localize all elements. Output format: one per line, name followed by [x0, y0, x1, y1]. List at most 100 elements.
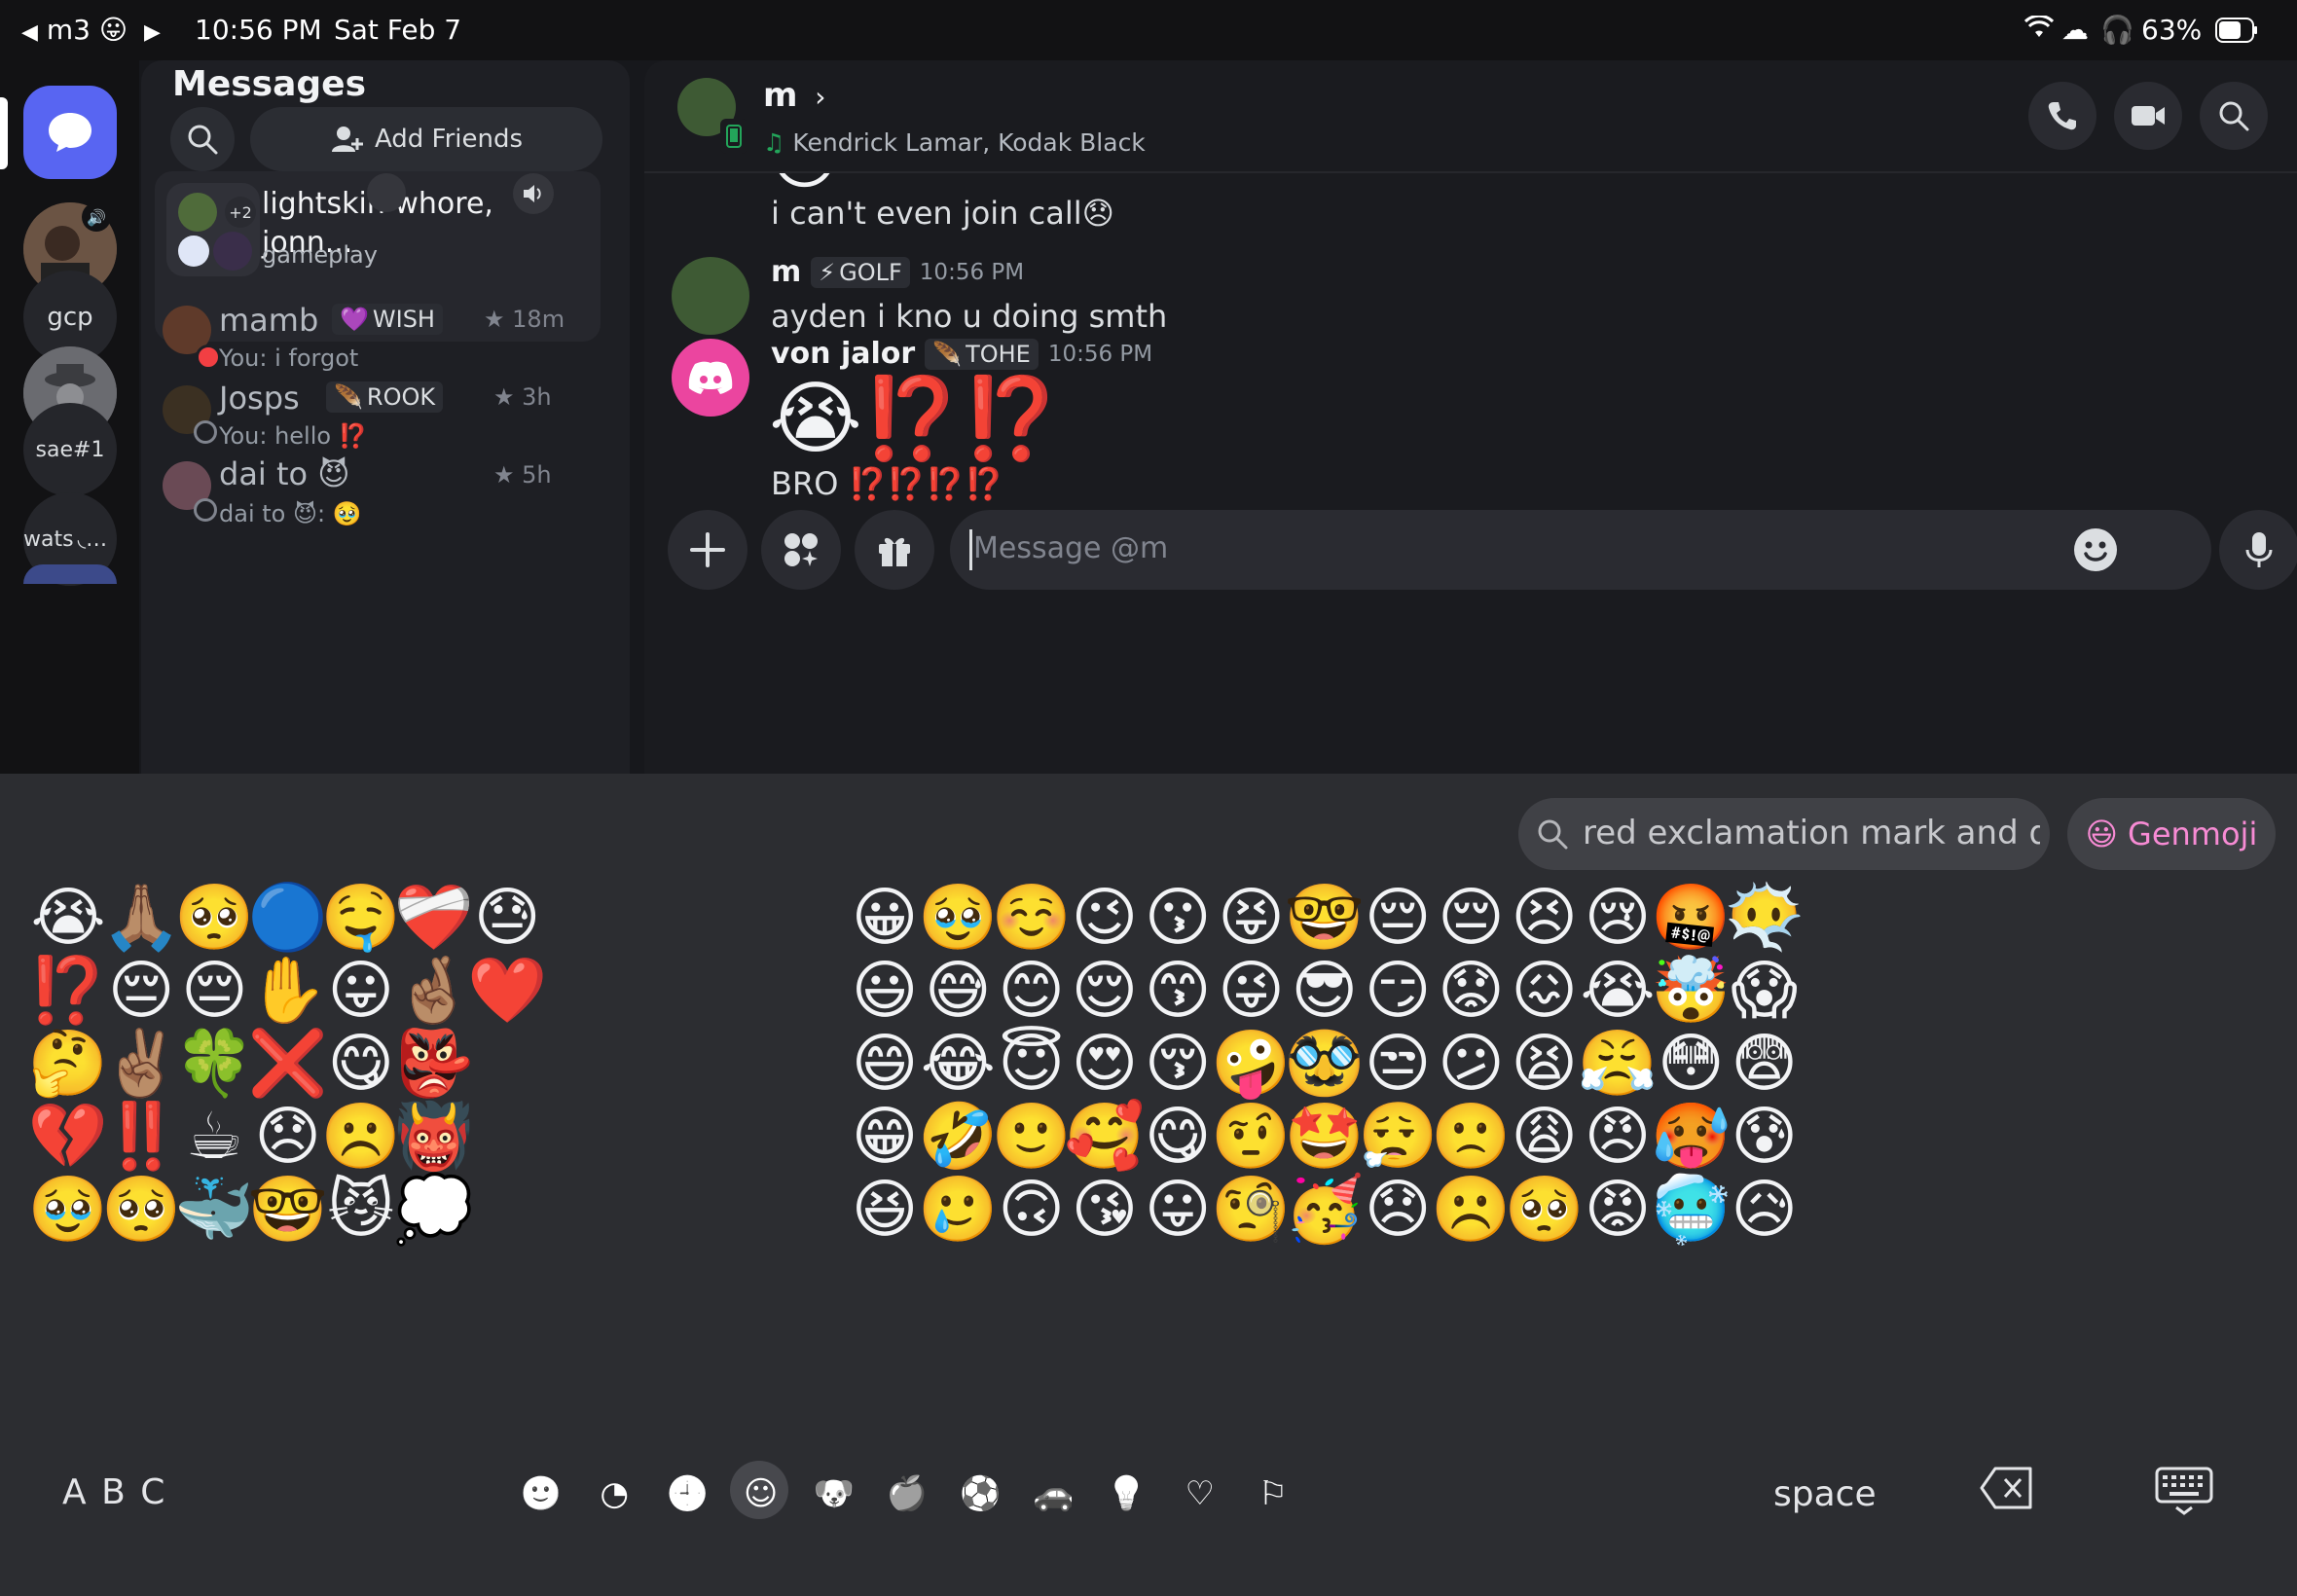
smiley-emoji-key[interactable]: 😥	[1718, 1178, 1811, 1242]
dm-time: ★ 18m	[484, 306, 565, 333]
video-call-button[interactable]	[2114, 82, 2182, 150]
attach-button[interactable]	[668, 510, 747, 590]
leaf-badge-icon: 🪶	[334, 383, 363, 411]
recent-icon[interactable]: 🕘	[660, 1467, 714, 1521]
author-avatar[interactable]	[672, 257, 749, 335]
active-indicator	[0, 97, 8, 169]
cut-off-emoji: 😞	[769, 173, 840, 193]
recent-emoji-key[interactable]: 💭	[387, 1178, 481, 1242]
author-name[interactable]: m	[771, 255, 801, 289]
dm-row[interactable]: dai to 😈 ★ 5h dai to 😈: 🥹	[141, 442, 630, 527]
dm-row[interactable]: mamb 💜 WISH ★ 18m You: i forgot	[141, 286, 630, 372]
extra-members-count: +2	[225, 197, 256, 228]
smiley-emoji-key[interactable]: 😶‍🌫️	[1718, 886, 1811, 950]
search-icon	[2219, 101, 2249, 131]
recent-emoji-key[interactable]: 😓	[460, 886, 554, 950]
server-partial[interactable]	[23, 564, 117, 584]
member-avatar	[178, 236, 209, 267]
phone-icon	[2048, 102, 2076, 130]
objects-icon[interactable]: 💡	[1100, 1467, 1154, 1521]
wifi-icon	[2024, 14, 2055, 46]
message-header: m ⚡ GOLF 10:56 PM	[771, 255, 1024, 289]
battery-percent: 63%	[2141, 14, 2203, 46]
user-tag: 🪶 ROOK	[326, 381, 444, 413]
member-avatar	[178, 193, 217, 232]
user-tag: 🪶 TOHE	[925, 338, 1039, 370]
server-sae1[interactable]: sae#1	[23, 403, 117, 496]
heart-badge-icon: 💜	[340, 306, 369, 333]
leaf-badge-icon: 🪶	[932, 340, 963, 368]
author-avatar[interactable]	[672, 339, 749, 417]
smiley-emoji-key[interactable]: 😱	[1718, 959, 1811, 1023]
group-dm-status: gameplay	[262, 241, 378, 269]
voice-message-button[interactable]	[2219, 510, 2297, 590]
chat-bubble-icon	[49, 113, 91, 152]
search-button[interactable]	[170, 107, 235, 171]
gift-button[interactable]	[855, 510, 934, 590]
speaker-icon: 🔊	[82, 202, 111, 232]
back-arrow-icon: ◀	[21, 20, 38, 45]
back-app-emoji: 😛	[98, 14, 128, 46]
music-note-icon: ♫	[763, 128, 793, 157]
plus-icon	[690, 532, 725, 567]
text-cursor	[969, 529, 972, 570]
voice-call-button[interactable]	[2028, 82, 2096, 150]
keyboard-icon	[2155, 1467, 2213, 1515]
member-avatar	[213, 232, 252, 271]
add-friends-button[interactable]: Add Friends	[250, 107, 602, 171]
lightning-icon: ⚡	[819, 258, 836, 286]
smiley-emoji-key[interactable]: 😨	[1718, 1032, 1811, 1096]
recent-emoji-key[interactable]: 👹	[387, 1105, 481, 1169]
chevron-right-icon: ›	[815, 81, 826, 113]
user-tag: ⚡ GOLF	[811, 256, 910, 288]
space-button[interactable]: space	[1773, 1474, 1877, 1514]
messages-title: Messages	[172, 64, 367, 104]
recent-emoji-key[interactable]: ❤️	[460, 959, 554, 1023]
smiley-icon	[2074, 528, 2117, 571]
direct-messages-button[interactable]	[23, 86, 117, 179]
clock-sticker-icon[interactable]: ◔	[587, 1467, 641, 1521]
travel-icon[interactable]: 🚗	[1026, 1467, 1080, 1521]
emoji-picker-button[interactable]	[2073, 527, 2118, 572]
recent-emoji-grid: 😭 🙏🏽 🥺 🔵 🤤 ❤️‍🩹 😓 ⁉️ 😔 😔 ✋ 😛 🤞🏽 ❤️ 🤔 ✌🏽 🍀 ❌ 😋 👺 💔 ‼️ ☕ 😞 ☹️ 👹 🥹 🥺 🐳 🤓…	[0, 774, 701, 1358]
dismiss-keyboard-button[interactable]	[2155, 1467, 2213, 1515]
discord-logo-icon	[688, 361, 733, 394]
smileys-emoji-grid: 😀 🥹 ☺️ 😉 😗 😝 🤓 😔 😔 😣 😢 🤬 😶‍🌫️ 😃 😅 😊 😌 😙 😜 😎 😏 😟 😖 😭 🤯 😱 😄 😂 😇 😍 😚 🤪 🥸 😒 😕 😫…	[837, 774, 2297, 1358]
microphone-icon	[2245, 532, 2273, 567]
smiley-emoji-key[interactable]: 😰	[1718, 1105, 1811, 1169]
symbols-icon[interactable]: ♡	[1173, 1467, 1227, 1521]
smileys-icon[interactable]: ☺	[734, 1467, 788, 1521]
activity-icon[interactable]: ⚽	[953, 1467, 1007, 1521]
battery-icon	[2215, 18, 2258, 50]
headphones-icon: 🎧	[2100, 14, 2134, 46]
author-name[interactable]: von jalor	[771, 337, 915, 371]
message-time: 10:56 PM	[1047, 341, 1153, 367]
dm-row[interactable]: Josps 🪶 ROOK ★ 3h You: hello ⁉️	[141, 364, 630, 450]
jumbo-emoji-message: 😭⁉️⁉️	[769, 373, 1062, 465]
activity-status: ♫ Kendrick Lamar, Kodak Black	[763, 128, 1146, 157]
emoji-keyboard: red exclamation mark and qu... 😃Genmoji …	[0, 774, 2297, 1596]
clock: 10:56 PM	[195, 14, 322, 46]
delete-button[interactable]	[1980, 1467, 2034, 1509]
star-icon: ★	[493, 461, 523, 489]
search-icon	[188, 125, 218, 155]
flags-icon[interactable]: ⚐	[1246, 1467, 1300, 1521]
recipient-name[interactable]: m ›	[763, 76, 825, 115]
user-tag: 💜 WISH	[332, 304, 443, 335]
dm-time: ★ 5h	[493, 461, 552, 489]
dm-time: ★ 3h	[493, 383, 552, 411]
apps-button[interactable]	[761, 510, 841, 590]
food-icon[interactable]: 🍎	[880, 1467, 934, 1521]
message-list: 😞 i can't even join call😞 m ⚡GOLF 10:56 …	[644, 173, 2297, 722]
sparkle-apps-icon	[784, 533, 818, 566]
search-chat-button[interactable]	[2200, 82, 2268, 150]
message-input[interactable]: Message @m	[950, 510, 2211, 590]
abc-keyboard-button[interactable]: A B C	[62, 1472, 166, 1512]
backspace-icon	[1980, 1467, 2032, 1509]
date: Sat Feb 7	[334, 14, 462, 46]
memoji-icon[interactable]: 🙂	[514, 1467, 568, 1521]
back-to-app[interactable]: ◀ m3 😛 ▶	[21, 14, 161, 46]
recent-emoji-key[interactable]: 👺	[387, 1032, 481, 1096]
animals-icon[interactable]: 🐶	[807, 1467, 861, 1521]
message-text: ayden i kno u doing smth	[771, 298, 1168, 335]
